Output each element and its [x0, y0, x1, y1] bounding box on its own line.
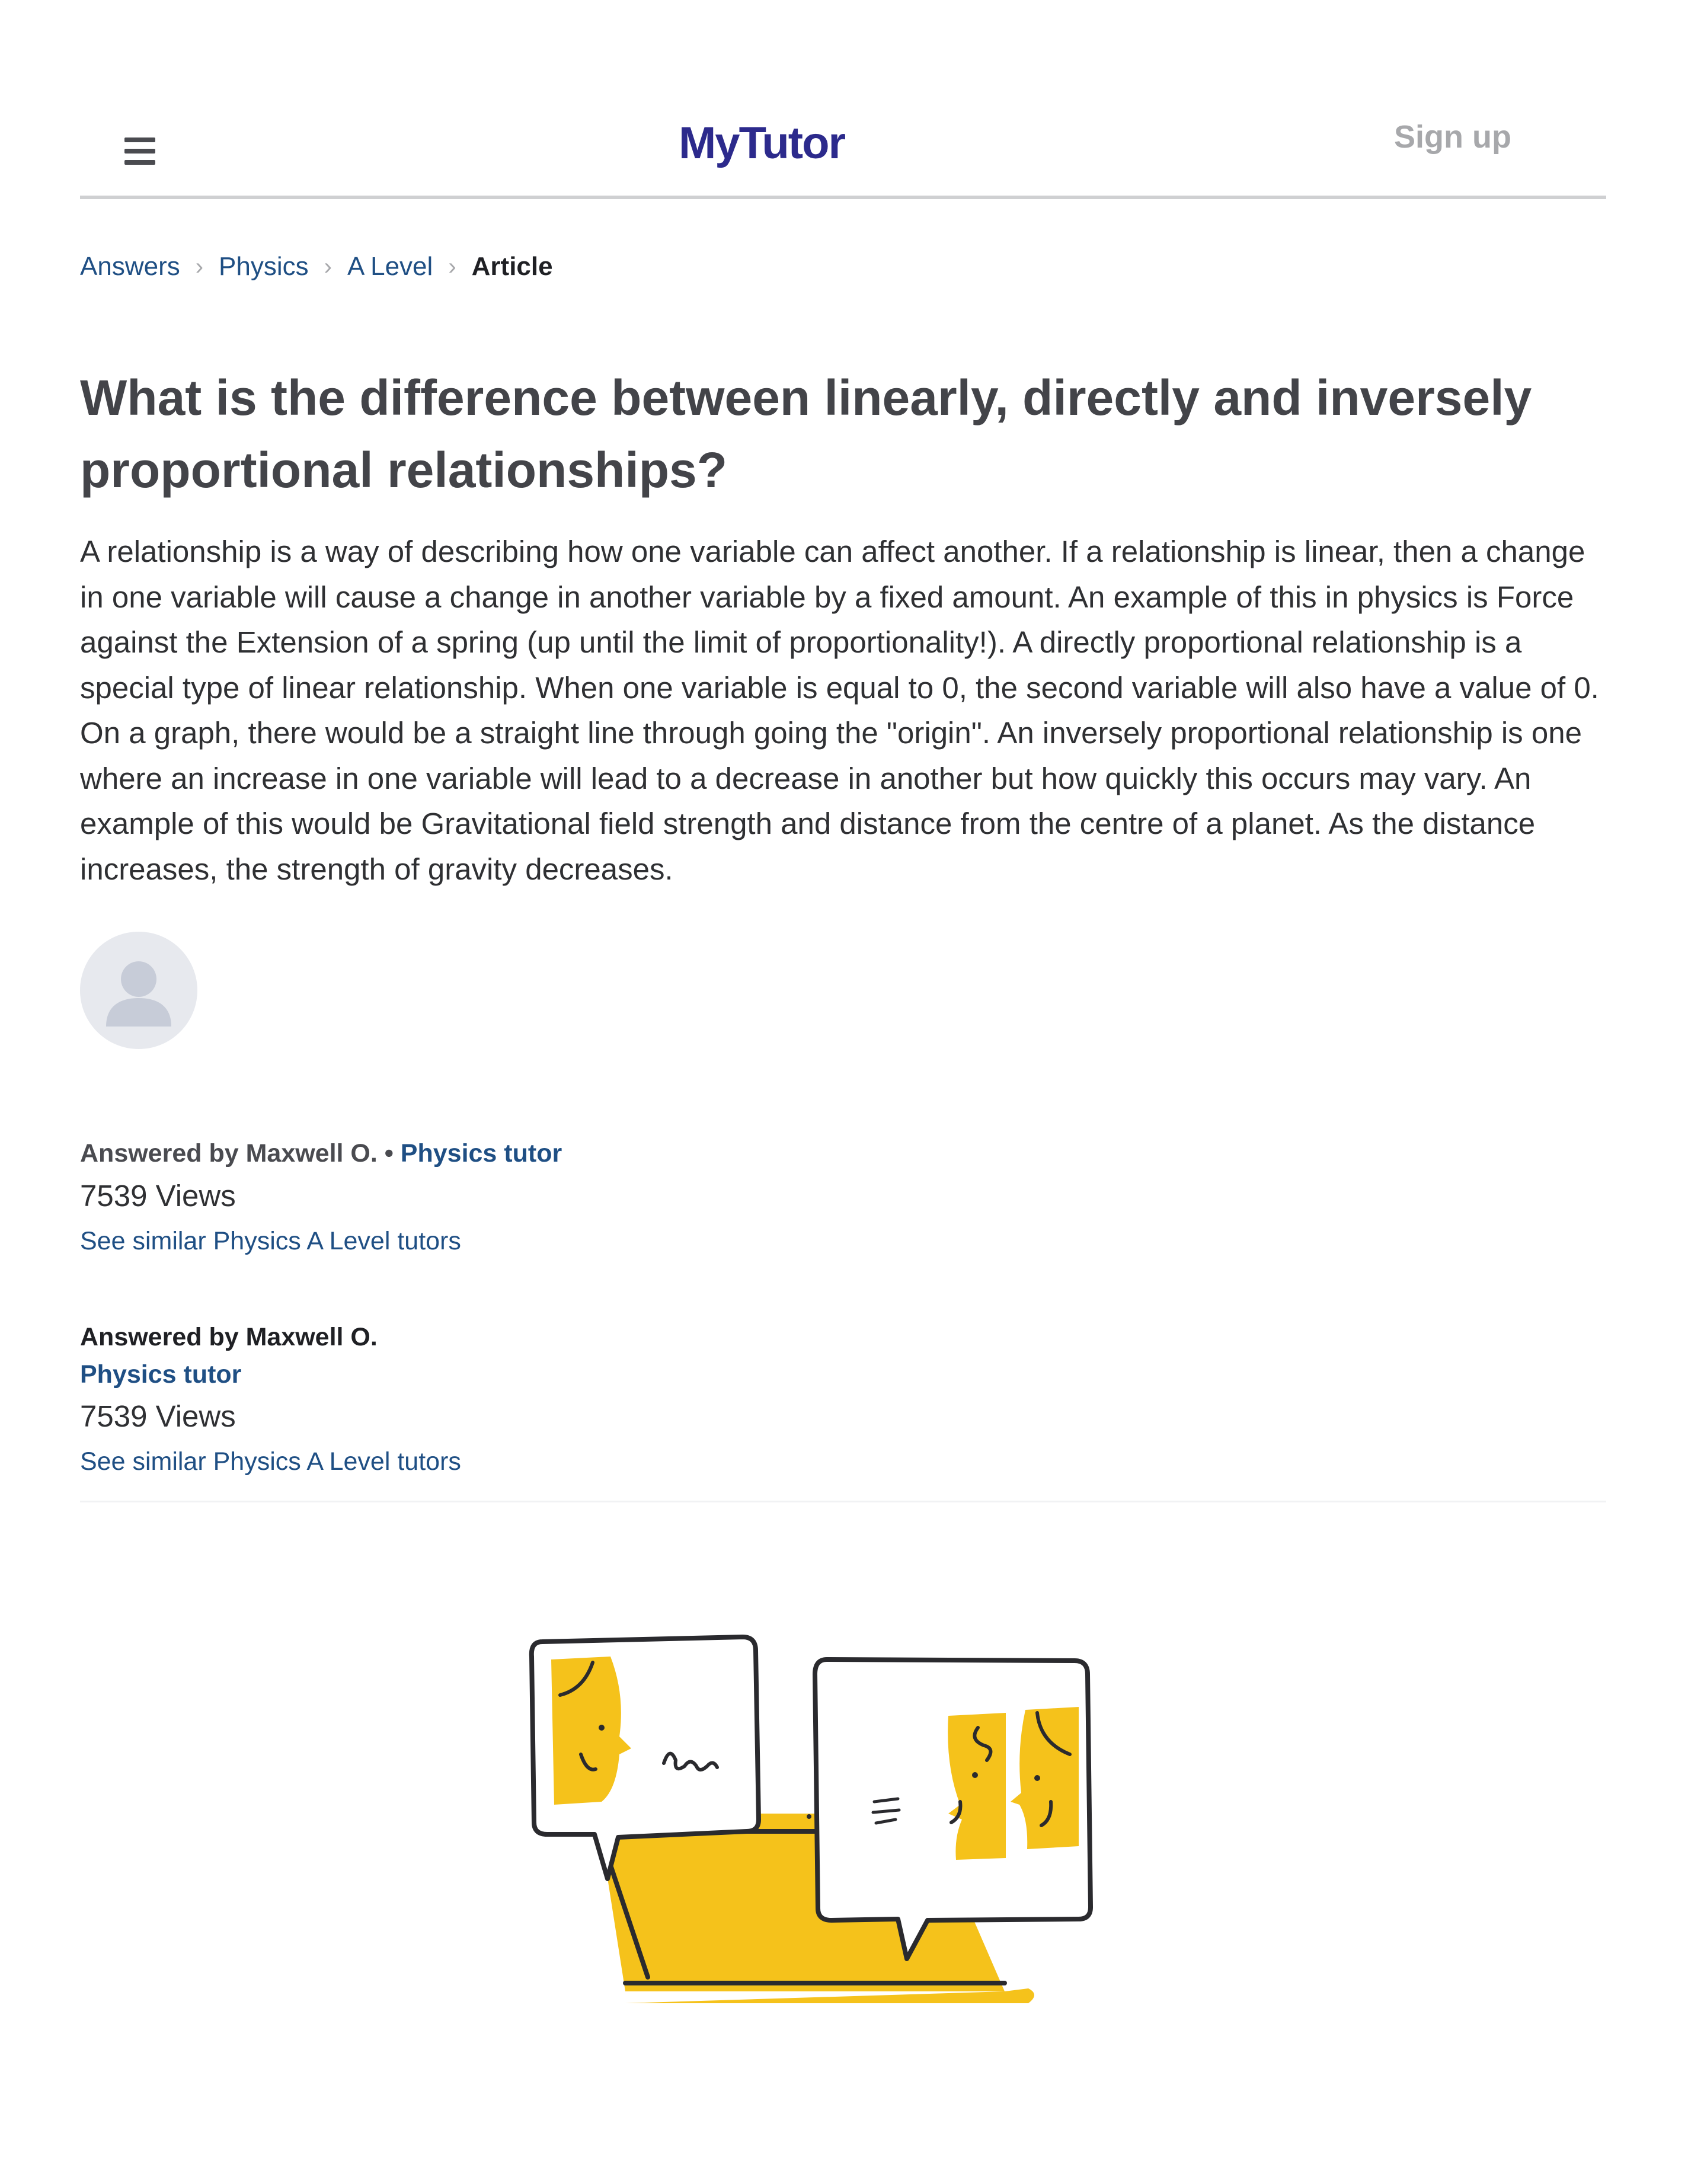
breadcrumb-current: Article — [471, 252, 553, 281]
answered-by-text: Answered by Maxwell O. — [80, 1323, 378, 1351]
bullet-separator: • — [384, 1139, 394, 1168]
online-tutoring-illustration — [519, 1624, 1265, 2033]
chevron-right-icon: › — [195, 253, 204, 280]
views-count: 7539 Views — [80, 1179, 236, 1213]
breadcrumb-a-level[interactable]: A Level — [347, 252, 433, 282]
breadcrumb: Answers › Physics › A Level › Article — [80, 252, 553, 282]
views-count: 7539 Views — [80, 1399, 236, 1433]
article-body: A relationship is a way of describing ho… — [80, 535, 1599, 886]
user-placeholder-icon — [106, 961, 171, 1027]
physics-tutor-link[interactable]: Physics tutor — [80, 1360, 241, 1389]
sign-up-link[interactable]: Sign up — [1394, 119, 1511, 155]
section-divider — [80, 1501, 1606, 1502]
header-divider — [80, 196, 1606, 199]
tutoring-laptop-illustration — [529, 1635, 1093, 2003]
article-title: What is the difference between linearly,… — [80, 370, 1532, 498]
breadcrumb-physics[interactable]: Physics — [219, 252, 309, 282]
physics-tutor-link[interactable]: Physics tutor — [401, 1139, 562, 1168]
hamburger-menu-icon[interactable] — [124, 138, 155, 165]
see-similar-tutors-link[interactable]: See similar Physics A Level tutors — [80, 1227, 461, 1256]
header: MyTutor Sign up — [80, 101, 1606, 199]
see-similar-tutors-link[interactable]: See similar Physics A Level tutors — [80, 1447, 461, 1476]
mytutor-logo[interactable]: MyTutor — [679, 117, 846, 169]
chevron-right-icon: › — [324, 253, 332, 280]
answered-by-line: Answered by Maxwell O. • Physics tutor — [80, 1139, 562, 1168]
avatar — [80, 932, 197, 1049]
breadcrumb-answers[interactable]: Answers — [80, 252, 180, 282]
answered-by-text: Answered by Maxwell O. — [80, 1139, 378, 1168]
chevron-right-icon: › — [448, 253, 456, 280]
